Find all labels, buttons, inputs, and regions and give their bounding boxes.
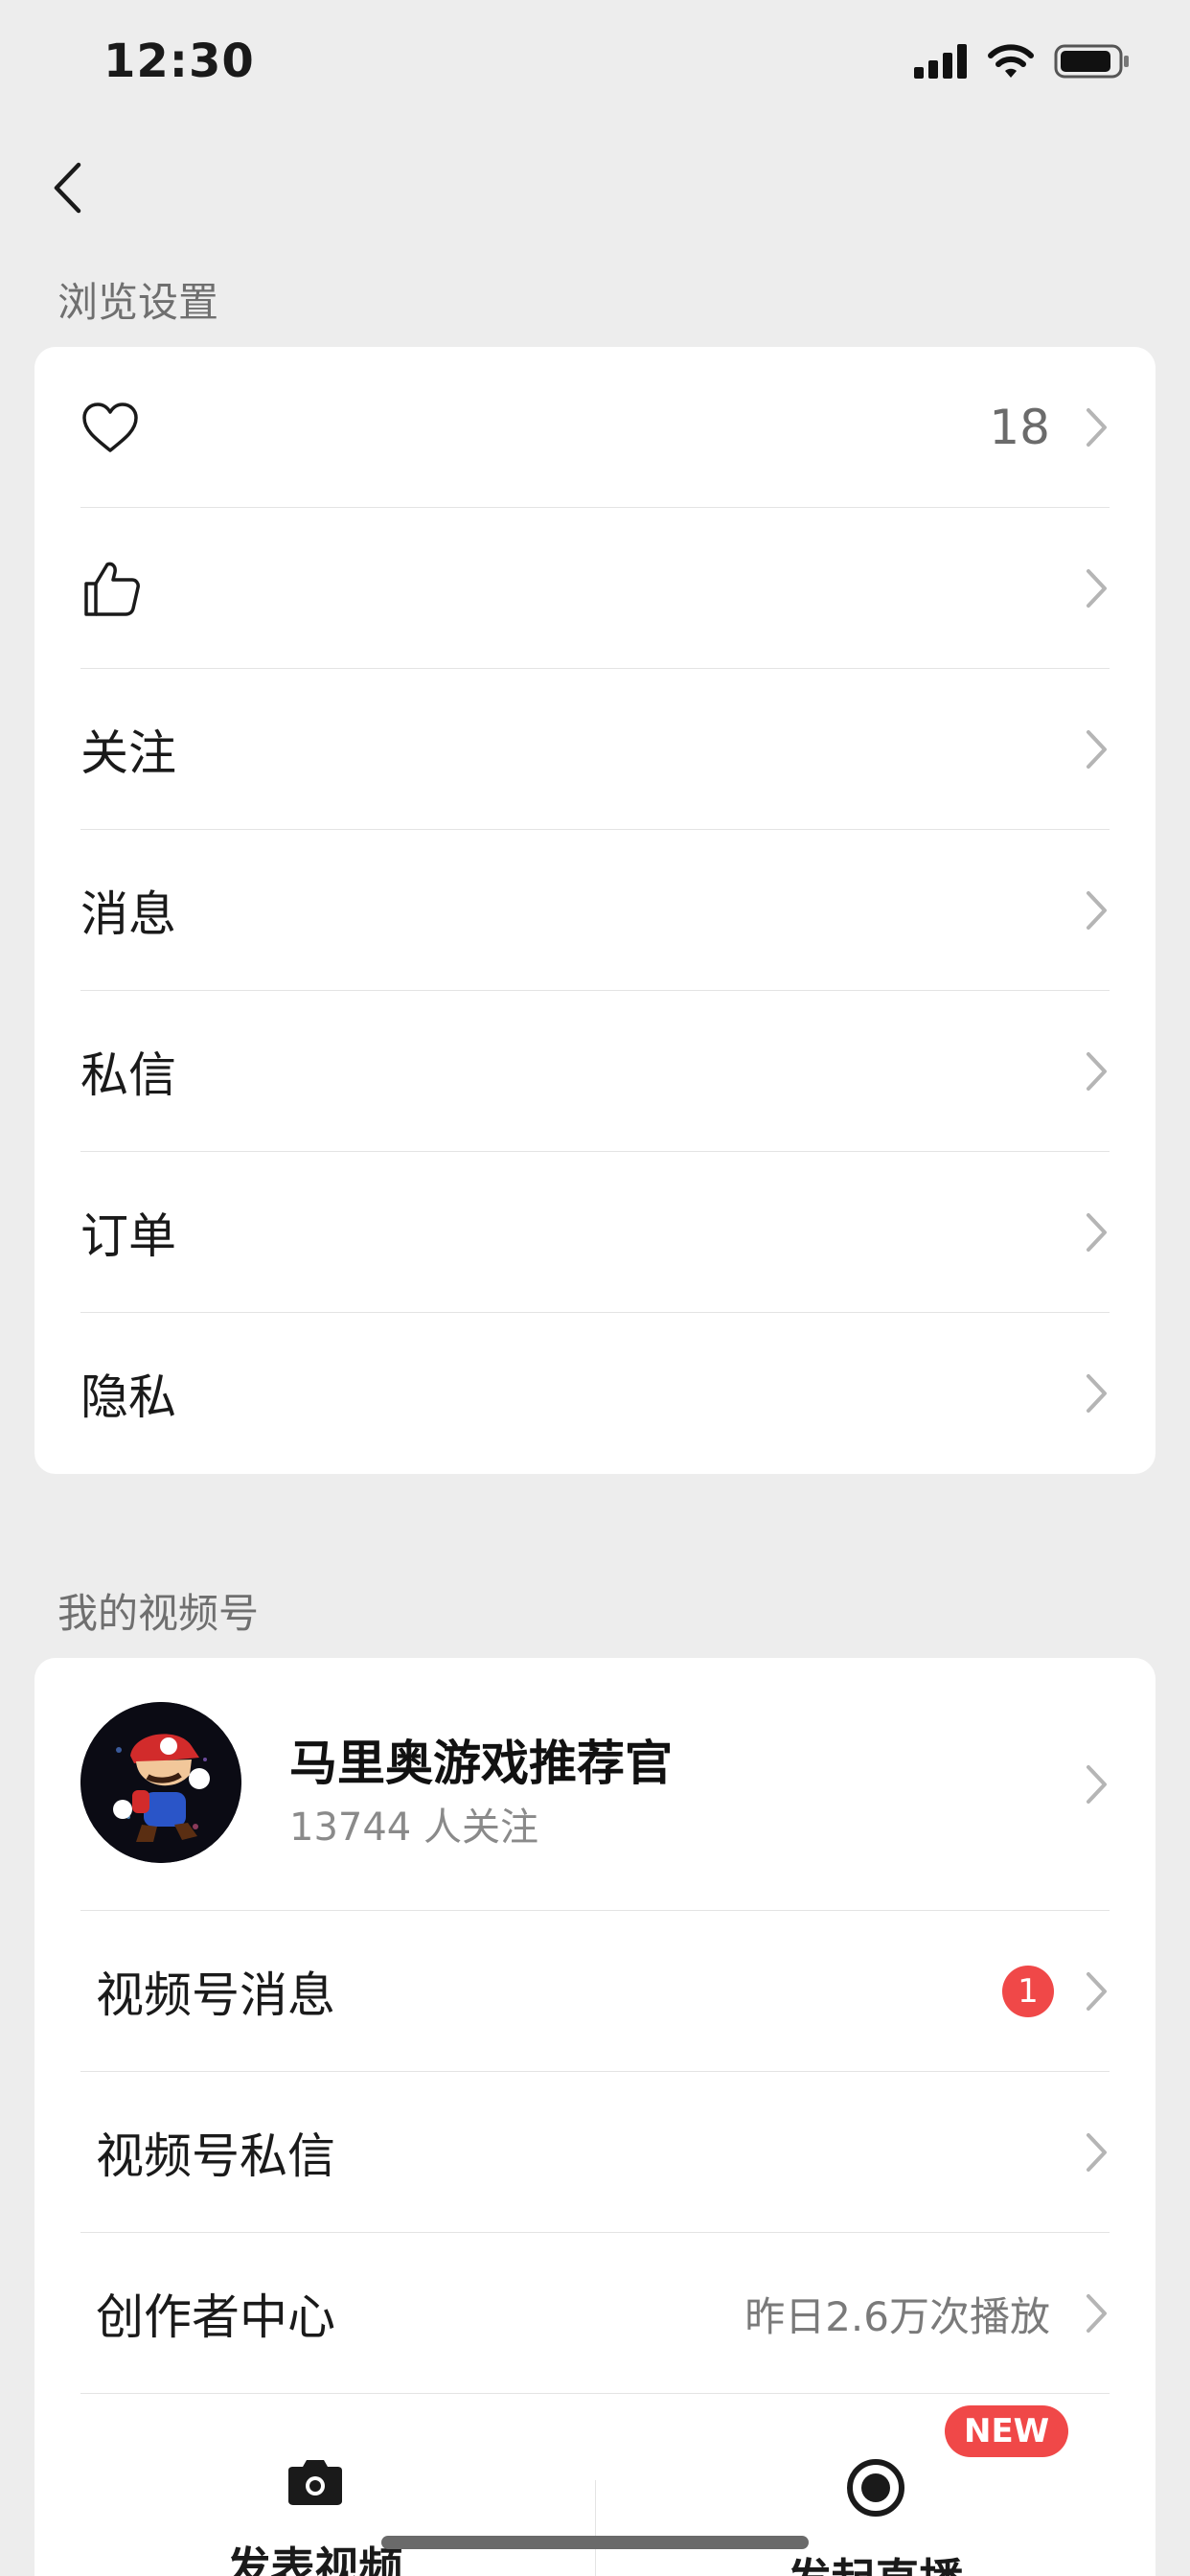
likes-row[interactable]: [34, 508, 1156, 669]
channel-followers: 13744 人关注: [289, 1806, 538, 1850]
post-video-label: 发表视频: [226, 2542, 403, 2576]
channel-messages-label: 视频号消息: [96, 1967, 335, 2023]
chevron-left-icon: [54, 162, 81, 214]
chevron-right-icon: [1087, 1052, 1107, 1091]
chevron-right-icon: [1087, 730, 1107, 769]
channel-card: 马里奥游戏推荐官 13744 人关注 视频号消息 1 视频号私信 创作者中心 昨…: [34, 1658, 1156, 2576]
chevron-right-icon: [1087, 2133, 1107, 2172]
wifi-icon: [988, 44, 1034, 78]
channel-messages-row[interactable]: 视频号消息 1: [34, 1911, 1156, 2072]
privacy-row[interactable]: 隐私: [34, 1313, 1156, 1474]
creator-center-row[interactable]: 创作者中心 昨日2.6万次播放: [34, 2233, 1156, 2394]
chevron-right-icon: [1087, 1765, 1107, 1804]
channel-private-messages-row[interactable]: 视频号私信: [34, 2072, 1156, 2233]
unread-badge: 1: [1002, 1966, 1054, 2017]
new-badge: NEW: [945, 2405, 1069, 2457]
private-messages-row[interactable]: 私信: [34, 991, 1156, 1152]
follow-row[interactable]: 关注: [34, 669, 1156, 830]
messages-label: 消息: [80, 886, 176, 942]
heart-icon: [80, 401, 140, 454]
chevron-right-icon: [1087, 1972, 1107, 2011]
orders-row[interactable]: 订单: [34, 1152, 1156, 1313]
favorites-row[interactable]: 18: [34, 347, 1156, 508]
channel-name: 马里奥游戏推荐官: [289, 1736, 673, 1791]
creator-center-label: 创作者中心: [96, 2289, 335, 2345]
orders-label: 订单: [80, 1208, 176, 1264]
chevron-right-icon: [1087, 408, 1107, 447]
signal-icon: [914, 44, 967, 79]
chevron-right-icon: [1087, 891, 1107, 930]
chevron-right-icon: [1087, 1374, 1107, 1413]
private-messages-label: 私信: [80, 1047, 176, 1103]
status-icons: [914, 42, 1131, 80]
chevron-right-icon: [1087, 2294, 1107, 2333]
camera-icon: [285, 2457, 346, 2511]
creator-center-stat: 昨日2.6万次播放: [744, 2292, 1050, 2340]
follow-label: 关注: [80, 725, 176, 781]
home-indicator: [381, 2536, 809, 2549]
channel-section-title: 我的视频号: [57, 1590, 260, 1637]
battery-icon: [1054, 44, 1129, 79]
privacy-label: 隐私: [80, 1369, 176, 1425]
start-live-label: 发起直播: [788, 2545, 964, 2576]
messages-row[interactable]: 消息: [34, 830, 1156, 991]
chevron-right-icon: [1087, 1213, 1107, 1252]
status-bar: 12:30: [0, 0, 1190, 134]
live-icon: [845, 2457, 906, 2522]
channel-private-messages-label: 视频号私信: [96, 2128, 335, 2184]
favorites-count: 18: [989, 400, 1050, 455]
back-button[interactable]: [38, 153, 96, 222]
thumbs-up-icon: [80, 559, 142, 618]
channel-profile-row[interactable]: 马里奥游戏推荐官 13744 人关注: [34, 1658, 1156, 1911]
status-time: 12:30: [103, 34, 255, 88]
browse-section-title: 浏览设置: [57, 279, 219, 326]
avatar: [80, 1702, 241, 1863]
chevron-right-icon: [1087, 569, 1107, 608]
browse-settings-card: 18 关注 消息 私信 订单 隐私: [34, 347, 1156, 1474]
